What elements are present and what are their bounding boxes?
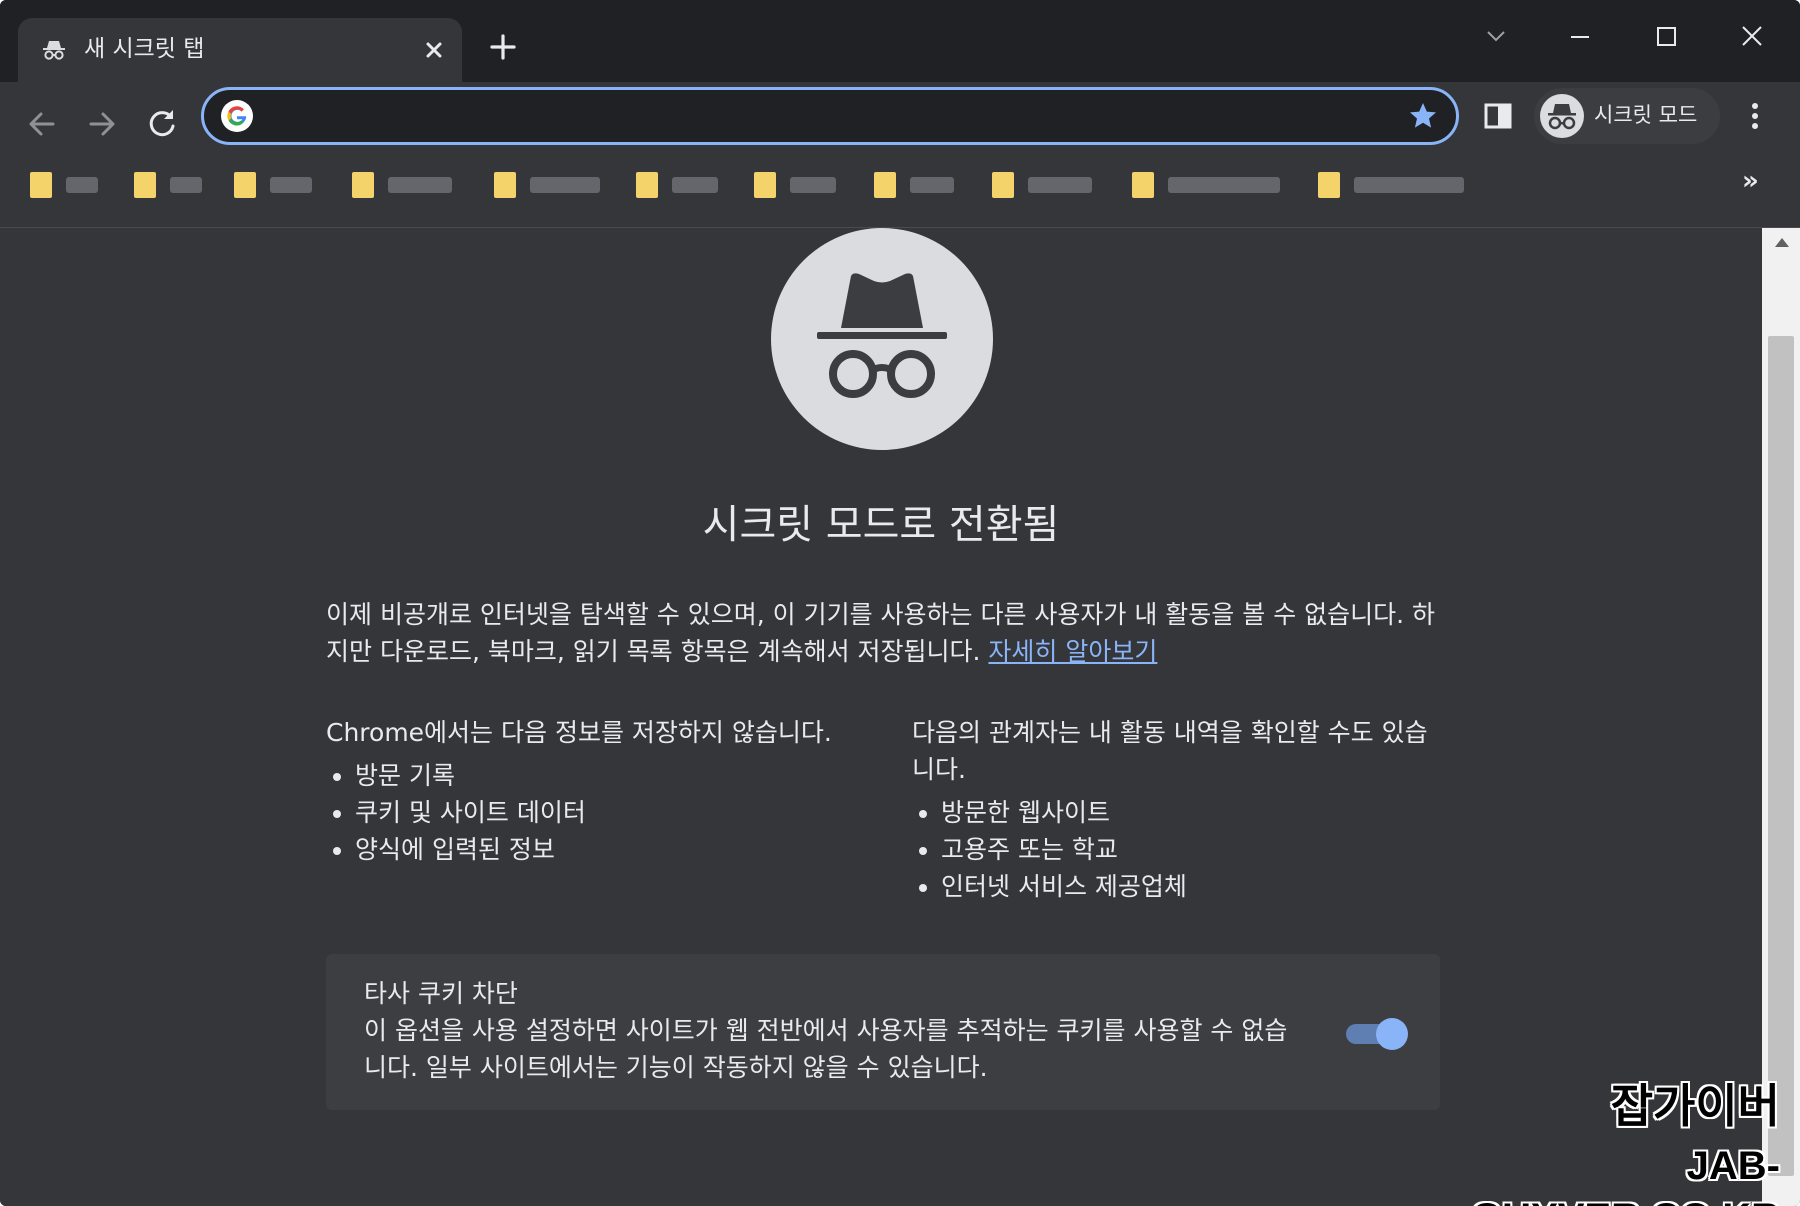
kebab-menu-icon[interactable] [1740,98,1770,134]
address-bar[interactable] [201,87,1459,145]
bookmarks-bar: » [0,152,1800,218]
list-item: 양식에 입력된 정보 [355,831,856,868]
tab-title: 새 시크릿 탭 [84,36,205,62]
scroll-up-icon[interactable] [1775,238,1789,247]
folder-icon [234,172,256,198]
reload-icon[interactable] [138,100,186,148]
bookmark-item[interactable] [1132,168,1292,202]
folder-icon [1132,172,1154,198]
blurred-label [790,177,836,193]
bookmark-item[interactable] [754,168,854,202]
list-item: 쿠키 및 사이트 데이터 [355,794,856,831]
bookmark-item[interactable] [992,168,1102,202]
bookmark-item[interactable] [494,168,614,202]
not-saved-list: 방문 기록 쿠키 및 사이트 데이터 양식에 입력된 정보 [326,757,856,868]
folder-icon [636,172,658,198]
blurred-label [270,177,312,193]
cookie-card-description: 이 옵션을 사용 설정하면 사이트가 웹 전반에서 사용자를 추적하는 쿠키를 … [364,1016,1288,1082]
list-item: 방문한 웹사이트 [941,794,1442,831]
plus-icon[interactable] [486,30,520,64]
side-panel-icon[interactable] [1483,101,1513,131]
folder-icon [352,172,374,198]
incognito-avatar-icon [1540,94,1584,138]
toolbar: 시크릿 모드 » [0,82,1800,228]
incognito-icon [43,41,65,60]
visible-to-section: 다음의 관계자는 내 활동 내역을 확인할 수도 있습니다. 방문한 웹사이트 … [912,714,1442,905]
blurred-label [1028,177,1092,193]
visible-to-list: 방문한 웹사이트 고용주 또는 학교 인터넷 서비스 제공업체 [912,794,1442,905]
maximize-icon[interactable] [1636,14,1696,58]
folder-icon [134,172,156,198]
tab-incognito[interactable]: 새 시크릿 탭 [18,18,462,82]
browser-window: 새 시크릿 탭 시크릿 모드 » 시크릿 모드로 전환됨 이제 비공개로 인터넷… [0,0,1800,1206]
blurred-label [672,177,718,193]
not-saved-title: Chrome에서는 다음 정보를 저장하지 않습니다. [326,718,832,747]
folder-icon [30,172,52,198]
incognito-icon [771,228,993,450]
window-close-icon[interactable] [1722,14,1782,58]
learn-more-link[interactable]: 자세히 알아보기 [988,637,1157,666]
google-g-icon [221,100,253,132]
not-saved-section: Chrome에서는 다음 정보를 저장하지 않습니다. 방문 기록 쿠키 및 사… [326,714,856,868]
arrow-left-icon[interactable] [18,100,66,148]
profile-label: 시크릿 모드 [1594,103,1698,127]
folder-icon [494,172,516,198]
bookmark-item[interactable] [1318,168,1478,202]
third-party-cookie-card: 타사 쿠키 차단 이 옵션을 사용 설정하면 사이트가 웹 전반에서 사용자를 … [326,954,1440,1110]
incognito-page: 시크릿 모드로 전환됨 이제 비공개로 인터넷을 탐색할 수 있으며, 이 기기… [0,228,1762,1206]
cookie-card-title: 타사 쿠키 차단 [364,979,518,1008]
folder-icon [992,172,1014,198]
folder-icon [754,172,776,198]
block-cookies-toggle[interactable] [1346,1016,1408,1050]
tab-strip: 새 시크릿 탭 [0,0,1800,82]
blurred-label [388,177,452,193]
intro-body: 이제 비공개로 인터넷을 탐색할 수 있으며, 이 기기를 사용하는 다른 사용… [326,600,1436,666]
blurred-label [170,177,202,193]
watermark-url: JAB-GUYVER.CO.KR [1471,1144,1780,1206]
watermark-title: 잡가이버 [1610,1079,1780,1133]
intro-text: 이제 비공개로 인터넷을 탐색할 수 있으며, 이 기기를 사용하는 다른 사용… [326,596,1436,670]
profile-button[interactable]: 시크릿 모드 [1534,88,1720,144]
list-item: 인터넷 서비스 제공업체 [941,868,1442,905]
blurred-label [1354,177,1464,193]
folder-icon [1318,172,1340,198]
list-item: 고용주 또는 학교 [941,831,1442,868]
bookmarks-overflow-button[interactable]: » [1742,166,1759,196]
star-icon[interactable] [1408,101,1438,131]
visible-to-title: 다음의 관계자는 내 활동 내역을 확인할 수도 있습니다. [912,718,1428,784]
bookmark-item[interactable] [234,168,324,202]
blurred-label [1168,177,1280,193]
close-icon[interactable] [420,36,448,64]
bookmark-item[interactable] [134,168,214,202]
vertical-scrollbar[interactable] [1762,228,1800,1206]
folder-icon [874,172,896,198]
list-item: 방문 기록 [355,757,856,794]
toggle-knob [1376,1018,1408,1050]
bookmark-item[interactable] [352,168,462,202]
minimize-icon[interactable] [1550,14,1610,58]
bookmark-item[interactable] [874,168,974,202]
chevron-down-icon[interactable] [1466,14,1526,58]
bookmark-item[interactable] [636,168,736,202]
blurred-label [66,177,98,193]
page-title: 시크릿 모드로 전환됨 [702,502,1060,548]
address-input[interactable] [276,96,1360,138]
blurred-label [530,177,600,193]
arrow-right-icon[interactable] [78,100,126,148]
blurred-label [910,177,954,193]
scrollbar-thumb[interactable] [1768,336,1794,1176]
bookmark-item[interactable] [30,168,110,202]
